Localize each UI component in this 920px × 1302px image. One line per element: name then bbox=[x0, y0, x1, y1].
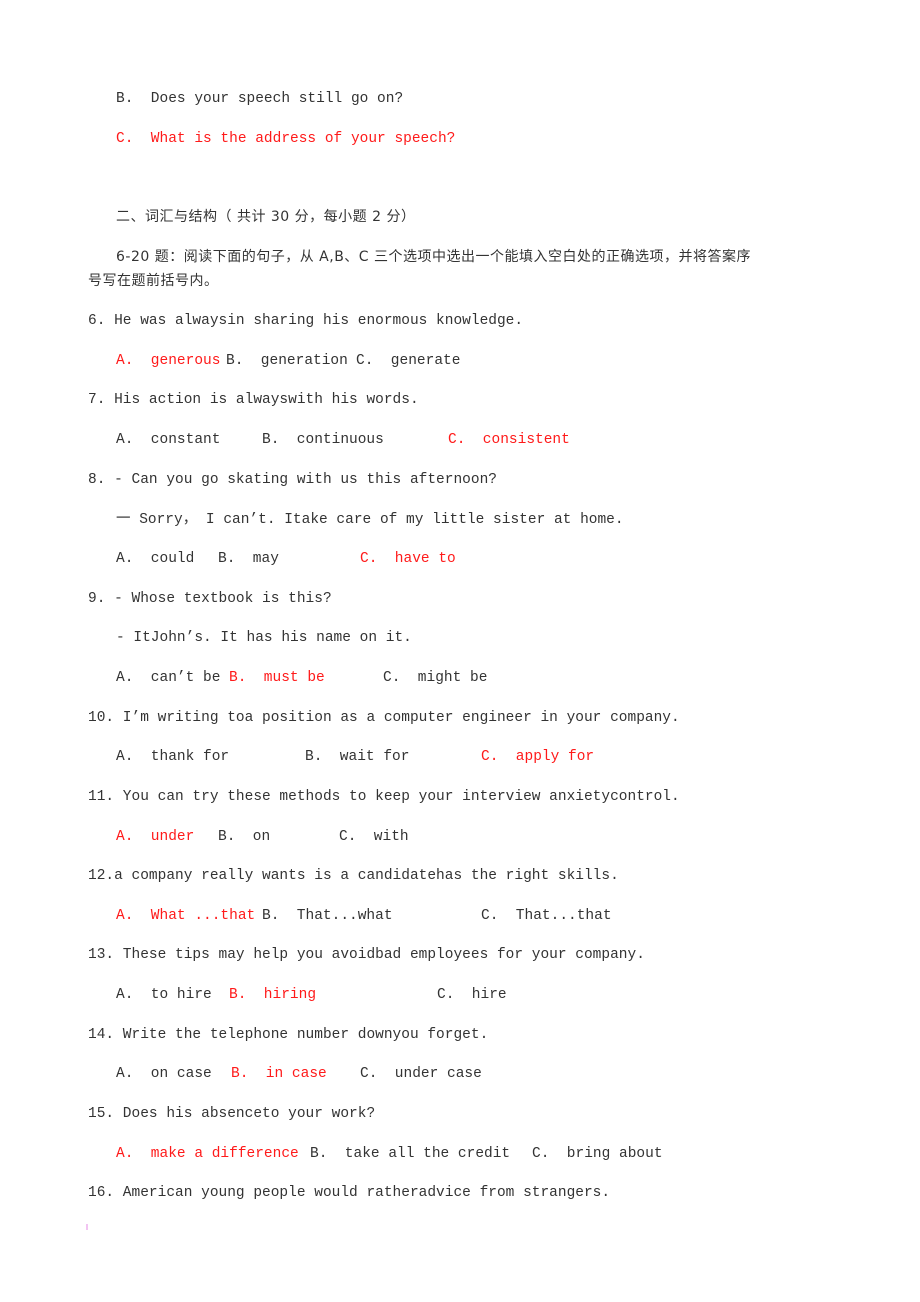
question-stem: 10. I’m writing toa position as a comput… bbox=[88, 710, 680, 726]
option: C. bring about bbox=[532, 1146, 663, 1162]
option-answer: A. under bbox=[116, 829, 195, 845]
option: B. may bbox=[218, 551, 279, 567]
question-stem-reply: - ItJohn’s. It has his name on it. bbox=[116, 630, 412, 646]
question-stem: 11. You can try these methods to keep yo… bbox=[88, 789, 680, 805]
option-answer: A. make a difference bbox=[116, 1146, 299, 1162]
option: A. constant bbox=[116, 432, 221, 448]
option-answer: C. apply for bbox=[481, 749, 595, 765]
option: C. might be bbox=[383, 670, 488, 686]
option: A. to hire bbox=[116, 987, 212, 1003]
question-stem: 12.a company really wants is a candidate… bbox=[88, 868, 619, 884]
option-answer: C. consistent bbox=[448, 432, 570, 448]
option: C. under case bbox=[360, 1066, 482, 1082]
option: B. take all the credit bbox=[310, 1146, 511, 1162]
option: C. hire bbox=[437, 987, 507, 1003]
option: C. That...that bbox=[481, 908, 612, 924]
question-stem: 8. - Can you go skating with us this aft… bbox=[88, 472, 497, 488]
question-stem: 14. Write the telephone number downyou f… bbox=[88, 1027, 489, 1043]
option: A. thank for bbox=[116, 749, 230, 765]
question-stem: 6. He was alwaysin sharing his enormous … bbox=[88, 313, 524, 329]
option: B. generation bbox=[226, 353, 348, 369]
option: B. That...what bbox=[262, 908, 393, 924]
question-stem-reply: 一 Sorry， I can’t. Itake care of my littl… bbox=[116, 512, 624, 528]
option-answer: A. generous bbox=[116, 353, 221, 369]
option: B. continuous bbox=[262, 432, 384, 448]
prev-option-b: B. Does your speech still go on? bbox=[116, 91, 404, 107]
section-title: 二、词汇与结构（ 共计 30 分，每小题 2 分） bbox=[116, 209, 416, 225]
option-answer: B. hiring bbox=[229, 987, 317, 1003]
option: B. wait for bbox=[305, 749, 410, 765]
option-answer: A. What ...that bbox=[116, 908, 256, 924]
option-answer: B. in case bbox=[231, 1066, 327, 1082]
section-instruction-line2: 号写在题前括号内。 bbox=[88, 273, 219, 289]
option: A. on case bbox=[116, 1066, 212, 1082]
option: C. with bbox=[339, 829, 409, 845]
question-stem: 15. Does his absenceto your work? bbox=[88, 1106, 376, 1122]
section-instruction-line1: 6-20 题：阅读下面的句子，从 A,B、C 三个选项中选出一个能填入空白处的正… bbox=[116, 249, 752, 265]
option: C. generate bbox=[356, 353, 461, 369]
option-answer: B. must be bbox=[229, 670, 325, 686]
option: A. could bbox=[116, 551, 195, 567]
option: A. can’t be bbox=[116, 670, 221, 686]
question-stem: 9. - Whose textbook is this? bbox=[88, 591, 332, 607]
prev-option-c-answer: C. What is the address of your speech? bbox=[116, 131, 456, 147]
question-stem: 16. American young people would ratherad… bbox=[88, 1185, 611, 1201]
question-stem: 13. These tips may help you avoidbad emp… bbox=[88, 947, 645, 963]
option: B. on bbox=[218, 829, 271, 845]
option-answer: C. have to bbox=[360, 551, 456, 567]
question-stem: 7. His action is alwayswith his words. bbox=[88, 392, 419, 408]
page-artifact-mark bbox=[86, 1224, 88, 1230]
